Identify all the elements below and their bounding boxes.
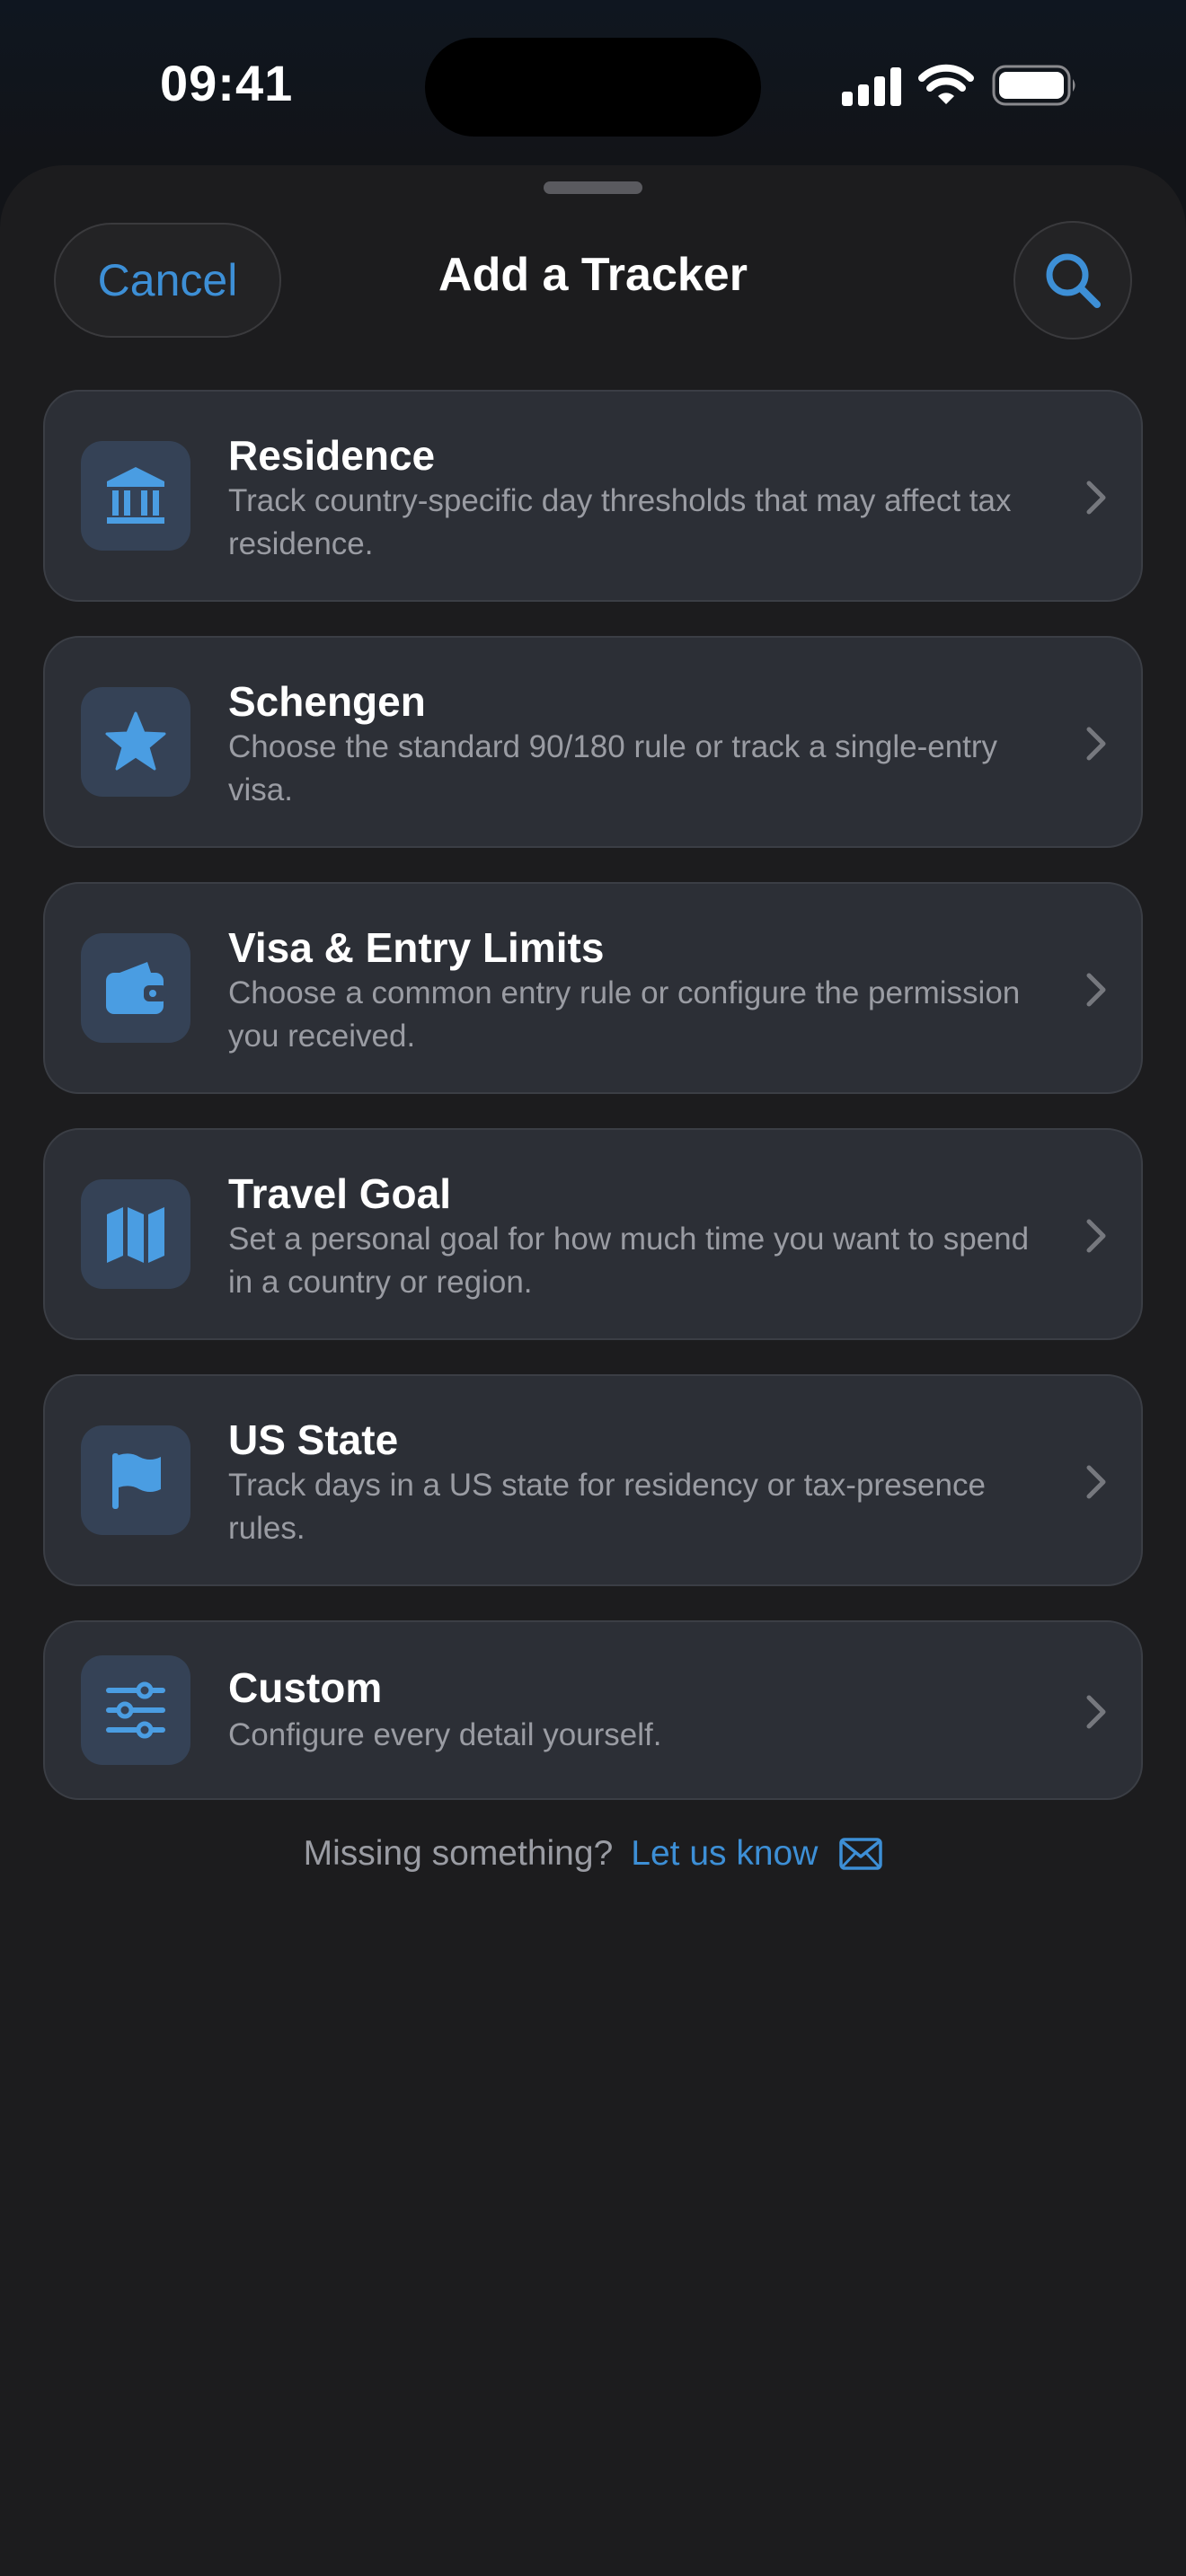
tracker-title: Visa & Entry Limits [228, 924, 605, 971]
us-state-icon-tile [81, 1425, 190, 1535]
battery-icon [992, 65, 1075, 106]
sheet-grabber[interactable] [544, 181, 642, 194]
tracker-description: Choose the standard 90/180 rule or track… [228, 729, 998, 807]
chevron-right-icon [1086, 481, 1106, 515]
tracker-description: Track days in a US state for residency o… [228, 1468, 986, 1546]
tracker-card-travel-goal[interactable]: Travel Goal Set a personal goal for how … [43, 1128, 1143, 1340]
wifi-icon [918, 64, 974, 104]
tracker-card-visa-entry-limits[interactable]: Visa & Entry Limits Choose a common entr… [43, 882, 1143, 1094]
page-title: Add a Tracker [438, 249, 748, 301]
status-time: 09:41 [160, 55, 294, 111]
travel-goal-icon-tile [81, 1179, 190, 1289]
star-icon [105, 711, 166, 771]
tracker-title: Schengen [228, 678, 426, 725]
chevron-right-icon [1086, 727, 1106, 761]
flag-icon [112, 1453, 161, 1509]
chevron-right-icon [1086, 1465, 1106, 1499]
map-icon [107, 1207, 164, 1263]
tracker-card-residence[interactable]: Residence Track country-specific day thr… [43, 390, 1143, 602]
tracker-description: Choose a common entry rule or configure … [228, 975, 1021, 1054]
search-icon [1046, 253, 1101, 308]
footer-feedback: Missing something? Let us know [0, 1829, 1186, 1879]
bank-icon [107, 467, 164, 524]
tracker-title: Residence [228, 432, 436, 479]
footer-text: Missing something? [303, 1834, 614, 1873]
chevron-right-icon [1086, 1219, 1106, 1253]
sliders-icon [106, 1681, 165, 1739]
tracker-card-us-state[interactable]: US State Track days in a US state for re… [43, 1374, 1143, 1586]
chevron-right-icon [1086, 973, 1106, 1007]
schengen-icon-tile [81, 687, 190, 797]
tracker-card-schengen[interactable]: Schengen Choose the standard 90/180 rule… [43, 636, 1143, 848]
wallet-icon [106, 962, 167, 1014]
cellular-signal-icon [842, 67, 901, 106]
cancel-button[interactable]: Cancel [54, 223, 281, 338]
tracker-title: Custom [228, 1664, 383, 1711]
residence-icon-tile [81, 441, 190, 551]
dynamic-island [425, 38, 761, 137]
tracker-card-custom[interactable]: Custom Configure every detail yourself. [43, 1620, 1143, 1800]
tracker-description: Set a personal goal for how much time yo… [228, 1222, 1030, 1300]
chevron-right-icon [1086, 1695, 1106, 1729]
tracker-title: US State [228, 1416, 399, 1463]
add-tracker-sheet: Cancel Add a Tracker Residence Track cou… [0, 165, 1186, 2576]
tracker-description: Track country-specific day thresholds th… [228, 483, 1012, 561]
custom-icon-tile [81, 1655, 190, 1765]
tracker-description: Configure every detail yourself. [228, 1717, 662, 1752]
visa-icon-tile [81, 933, 190, 1043]
status-bar: 09:41 [0, 0, 1186, 171]
let-us-know-link[interactable]: Let us know [631, 1834, 818, 1874]
tracker-title: Travel Goal [228, 1170, 452, 1217]
search-button[interactable] [1013, 221, 1132, 340]
envelope-icon[interactable] [839, 1838, 883, 1870]
